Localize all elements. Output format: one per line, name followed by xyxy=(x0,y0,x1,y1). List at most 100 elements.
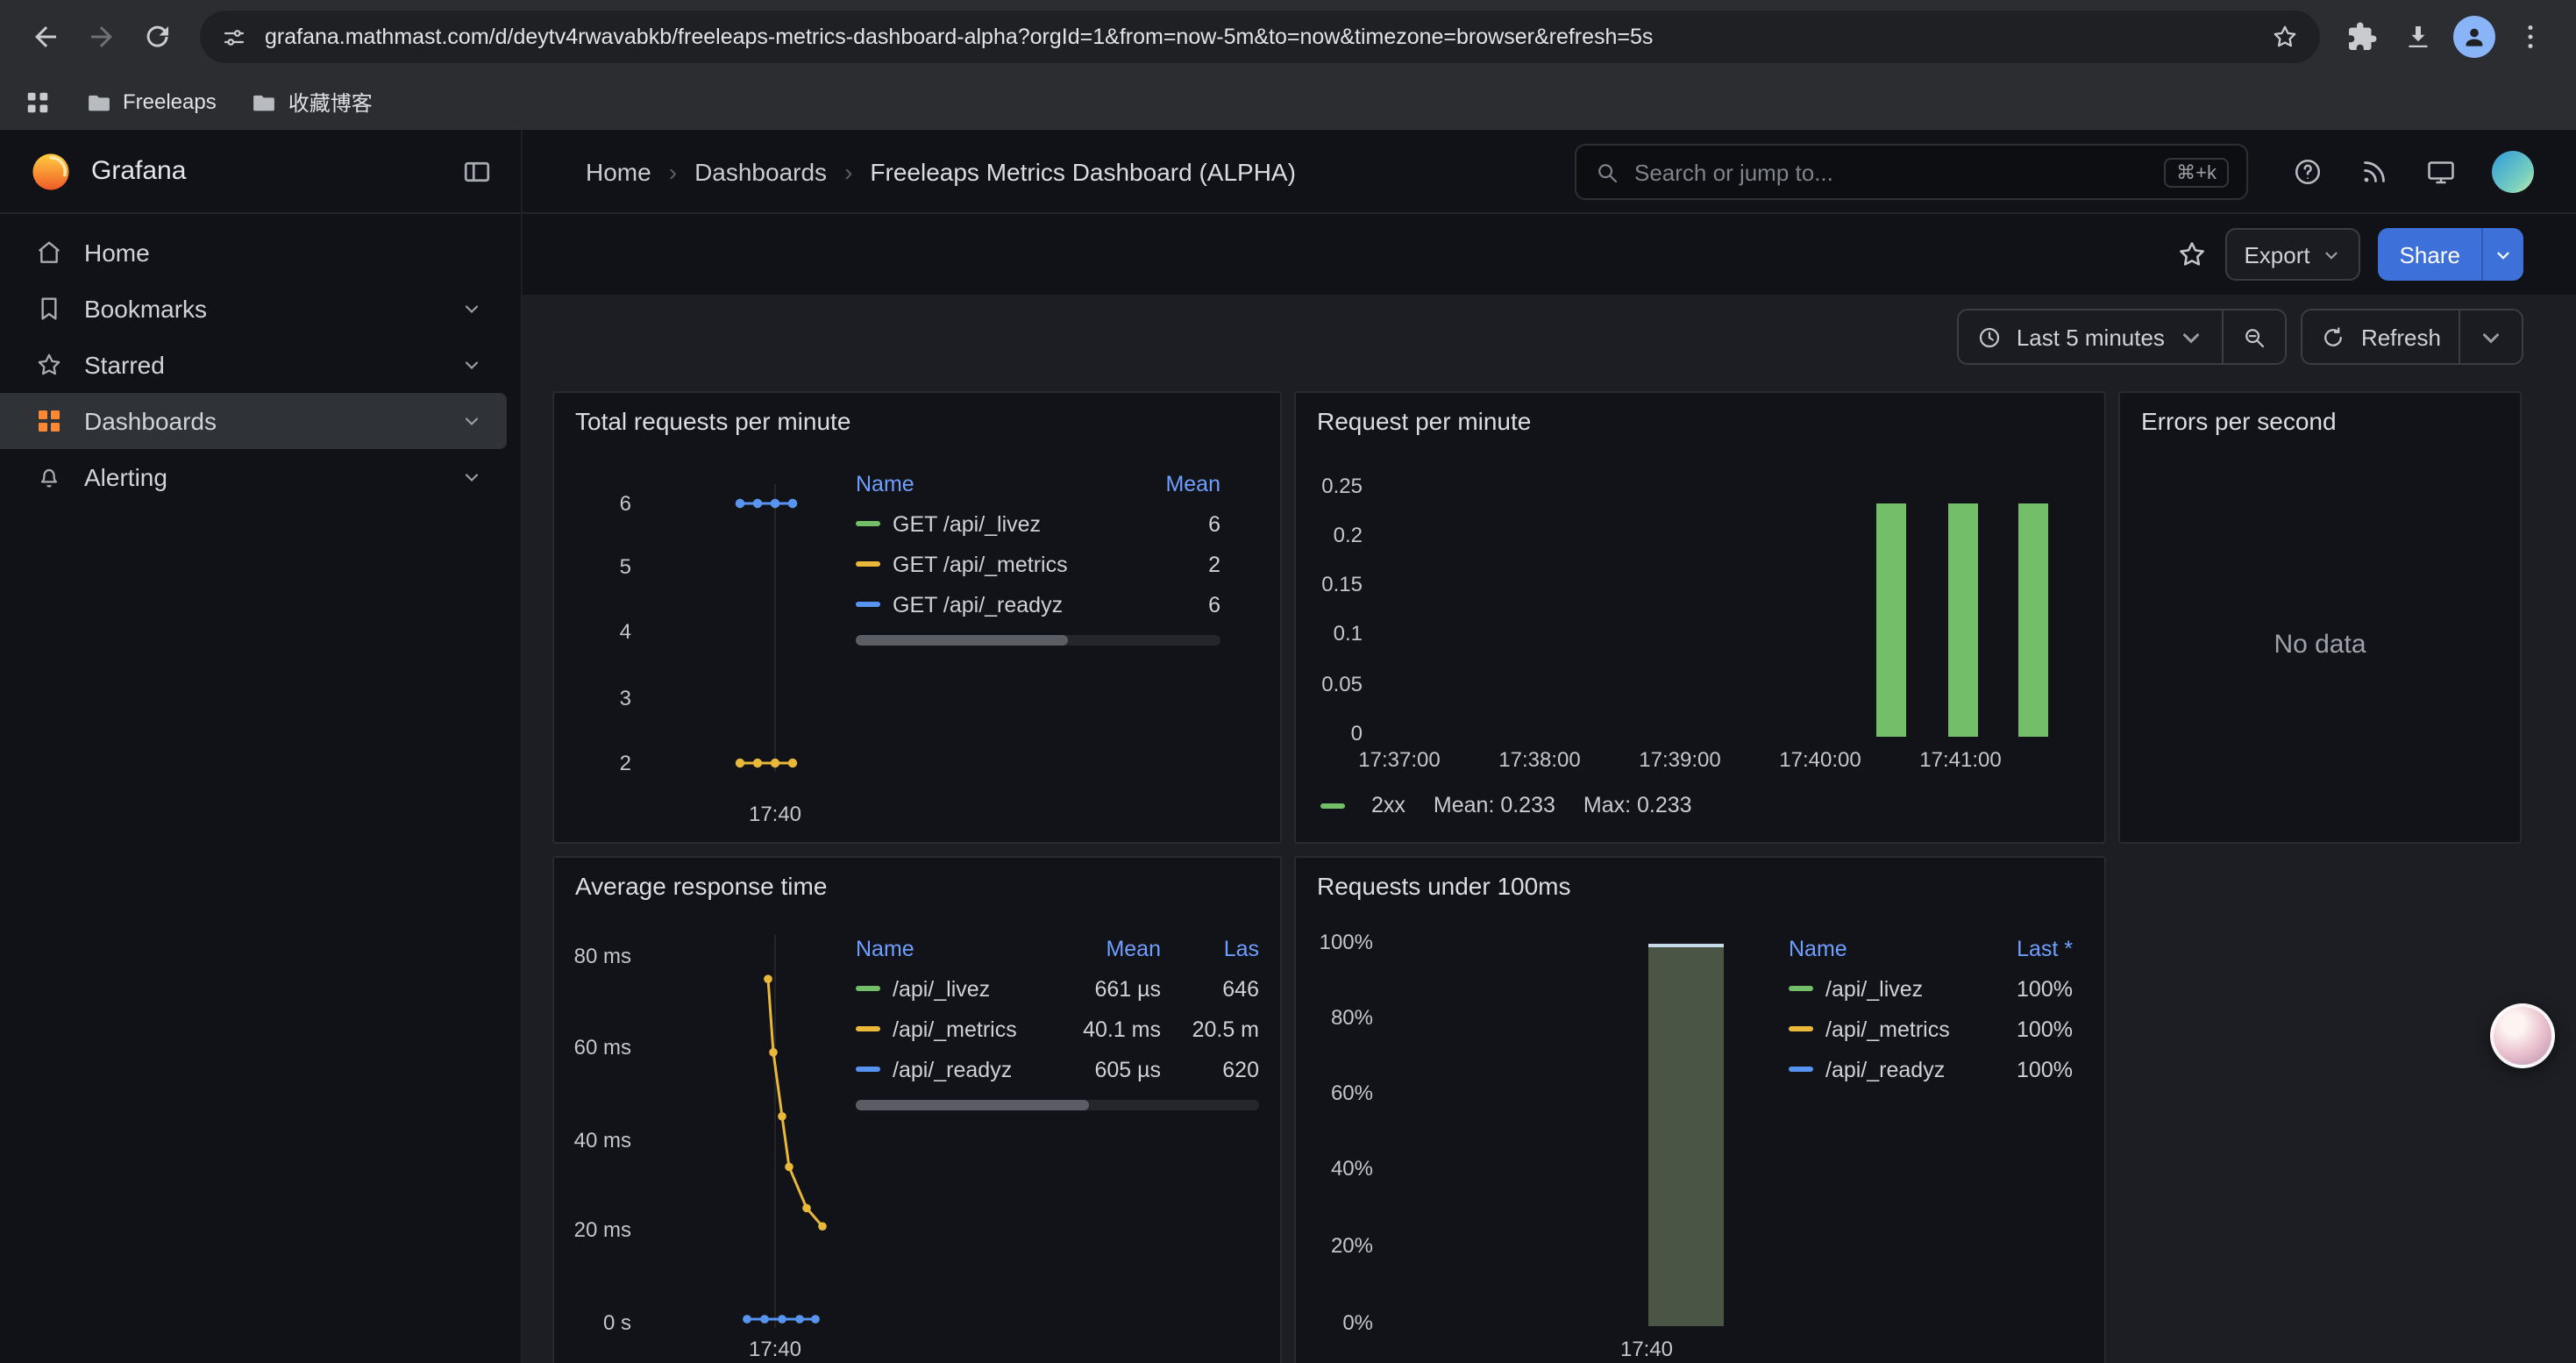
legend-row[interactable]: /api/_metrics 100% xyxy=(1789,1009,2073,1049)
legend-col-name[interactable]: Name xyxy=(856,471,1112,496)
floating-assistant-avatar[interactable] xyxy=(2490,1003,2555,1068)
top-nav: Home › Dashboards › Freeleaps Metrics Da… xyxy=(523,130,2576,214)
legend-row[interactable]: /api/_metrics 40.1 ms 20.5 m xyxy=(856,1009,1259,1049)
series-name: 2xx xyxy=(1371,793,1405,817)
help-icon[interactable] xyxy=(2292,155,2323,187)
bookmark-item[interactable]: Freeleaps xyxy=(86,89,217,115)
legend-header: Name Mean xyxy=(856,463,1220,503)
search-input[interactable] xyxy=(1634,159,2150,185)
search-box[interactable]: ⌘+k xyxy=(1575,144,2248,200)
panel-title[interactable]: Average response time xyxy=(575,872,827,900)
downloads-icon[interactable] xyxy=(2390,9,2446,65)
user-avatar[interactable] xyxy=(2492,150,2534,192)
bookmarks-bar: Freeleaps 收藏博客 xyxy=(0,74,2576,130)
sidebar-item-bookmarks[interactable]: Bookmarks xyxy=(0,281,507,337)
extensions-icon[interactable] xyxy=(2334,9,2390,65)
legend-col-name[interactable]: Name xyxy=(1789,936,1968,960)
series-swatch xyxy=(1789,1067,1813,1072)
time-range-picker[interactable]: Last 5 minutes xyxy=(1959,310,2223,363)
breadcrumb-current: Freeleaps Metrics Dashboard (ALPHA) xyxy=(870,157,1296,185)
breadcrumb: Home › Dashboards › Freeleaps Metrics Da… xyxy=(586,157,1296,185)
home-icon xyxy=(35,239,63,267)
chevron-down-icon[interactable] xyxy=(461,410,482,432)
panel-request-per-minute: Request per minute 0.25 0.2 0.15 0.1 0.0… xyxy=(1294,391,2106,844)
breadcrumb-dashboards[interactable]: Dashboards xyxy=(694,157,827,185)
legend-row[interactable]: GET /api/_readyz 6 xyxy=(856,584,1220,624)
legend-row[interactable]: GET /api/_metrics 2 xyxy=(856,544,1220,584)
refresh-button[interactable]: Refresh xyxy=(2303,310,2459,363)
url-bar[interactable]: grafana.mathmast.com/d/deytv4rwavabkb/fr… xyxy=(200,11,2320,63)
legend-row[interactable]: /api/_readyz 100% xyxy=(1789,1049,2073,1089)
back-icon[interactable] xyxy=(18,9,74,65)
series-swatch xyxy=(856,602,880,607)
sidebar-item-alerting[interactable]: Alerting xyxy=(0,449,507,505)
bookmark-item[interactable]: 收藏博客 xyxy=(252,87,373,117)
chevron-down-icon[interactable] xyxy=(461,467,482,488)
legend-header: Name Last * xyxy=(1789,928,2073,968)
legend-scrollbar[interactable] xyxy=(856,1100,1259,1110)
series-swatch xyxy=(1789,986,1813,991)
sidebar-nav: Home Bookmarks Starred Dashboards xyxy=(0,214,521,505)
legend-row[interactable]: /api/_readyz 605 µs 620 xyxy=(856,1049,1259,1089)
legend-row[interactable]: GET /api/_livez 6 xyxy=(856,503,1220,544)
series-swatch xyxy=(856,986,880,991)
sidebar-item-label: Starred xyxy=(84,351,165,379)
chevron-down-icon[interactable] xyxy=(461,298,482,319)
legend-col-last[interactable]: Las xyxy=(1161,936,1259,960)
monitor-icon[interactable] xyxy=(2425,155,2457,187)
legend[interactable]: 2xx Mean: 0.233 Max: 0.233 xyxy=(1320,793,1692,817)
legend-table: Name Mean GET /api/_livez 6 GET /api/_me… xyxy=(856,463,1266,646)
panel-requests-under-100ms: Requests under 100ms 100% 80% 60% 40% 20… xyxy=(1294,856,2106,1363)
y-tick: 6 xyxy=(579,491,631,516)
sidebar-item-label: Home xyxy=(84,239,150,267)
browser-toolbar: grafana.mathmast.com/d/deytv4rwavabkb/fr… xyxy=(0,0,2576,74)
legend-row[interactable]: /api/_livez 100% xyxy=(1789,968,2073,1009)
profile-avatar[interactable] xyxy=(2446,9,2502,65)
series-swatch xyxy=(856,561,880,567)
chevron-down-icon xyxy=(2478,324,2504,350)
sidebar-item-starred[interactable]: Starred xyxy=(0,337,507,393)
sidebar-item-label: Alerting xyxy=(84,463,167,491)
series-swatch xyxy=(856,521,880,526)
breadcrumb-home[interactable]: Home xyxy=(586,157,651,185)
share-menu-button[interactable] xyxy=(2481,228,2523,281)
chevron-down-icon[interactable] xyxy=(461,354,482,375)
y-tick: 5 xyxy=(579,554,631,579)
breadcrumb-separator: › xyxy=(669,157,677,185)
favorite-star-icon[interactable] xyxy=(2175,239,2207,270)
bookmark-star-icon[interactable] xyxy=(2271,23,2299,51)
panel-title[interactable]: Total requests per minute xyxy=(575,407,850,435)
zoom-out-button[interactable] xyxy=(2224,310,2286,363)
legend-col-mean[interactable]: Mean xyxy=(1038,936,1161,960)
brand-name: Grafana xyxy=(91,156,444,186)
url-text[interactable]: grafana.mathmast.com/d/deytv4rwavabkb/fr… xyxy=(265,25,2253,49)
sidebar-item-home[interactable]: Home xyxy=(0,225,507,281)
legend-col-name[interactable]: Name xyxy=(856,936,1038,960)
legend-col-last[interactable]: Last * xyxy=(1968,936,2073,960)
y-tick: 20 ms xyxy=(561,1217,631,1242)
y-tick: 4 xyxy=(579,619,631,644)
time-range-group: Last 5 minutes xyxy=(1957,309,2288,365)
bookmark-label: 收藏博客 xyxy=(288,87,373,117)
legend-scrollbar[interactable] xyxy=(856,635,1220,646)
browser-menu-icon[interactable] xyxy=(2502,9,2558,65)
refresh-group: Refresh xyxy=(2302,309,2523,365)
sidebar-toggle-icon[interactable] xyxy=(461,155,493,187)
no-data-message: No data xyxy=(2120,393,2520,842)
zoom-out-icon xyxy=(2242,324,2268,350)
export-label: Export xyxy=(2244,241,2309,268)
sidebar-item-dashboards[interactable]: Dashboards xyxy=(0,393,507,449)
apps-grid-icon[interactable] xyxy=(25,89,51,115)
grafana-logo-icon[interactable] xyxy=(28,148,74,194)
forward-icon[interactable] xyxy=(74,9,130,65)
legend-row[interactable]: /api/_livez 661 µs 646 xyxy=(856,968,1259,1009)
refresh-label: Refresh xyxy=(2361,324,2441,350)
panel-average-response-time: Average response time 80 ms 60 ms 40 ms … xyxy=(552,856,1282,1363)
legend-col-mean[interactable]: Mean xyxy=(1112,471,1220,496)
site-info-icon[interactable] xyxy=(221,24,247,50)
reload-icon[interactable] xyxy=(130,9,186,65)
news-rss-icon[interactable] xyxy=(2359,155,2390,187)
refresh-interval-button[interactable] xyxy=(2460,310,2522,363)
share-button[interactable]: Share xyxy=(2379,228,2481,281)
export-button[interactable]: Export xyxy=(2224,228,2360,281)
